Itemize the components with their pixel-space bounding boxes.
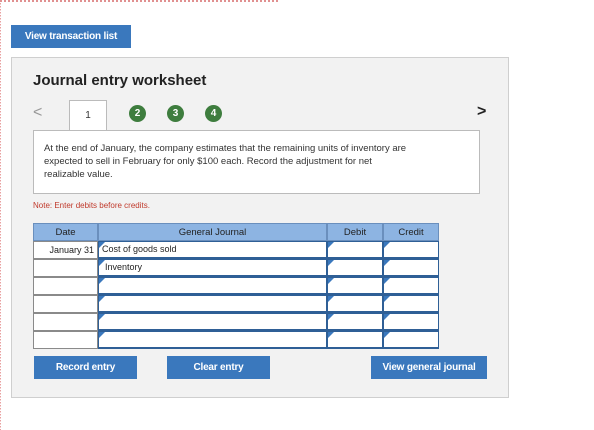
account-field[interactable] [98,313,327,331]
credit-field[interactable] [383,331,439,349]
debit-column-header: Debit [327,223,383,241]
dropdown-flag-icon [99,314,105,320]
tab-3[interactable]: 3 [167,105,184,122]
credit-field[interactable] [383,241,439,259]
worksheet-title: Journal entry worksheet [33,72,207,89]
debit-field[interactable] [327,259,383,277]
chevron-right-icon[interactable]: > [477,103,486,121]
view-transaction-list-button[interactable]: View transaction list [11,25,131,48]
dropdown-flag-icon [328,242,334,248]
clear-entry-button[interactable]: Clear entry [167,356,270,379]
account-value: Cost of goods sold [102,244,177,254]
top-border-dots [0,0,280,2]
dropdown-flag-icon [328,278,334,284]
dropdown-flag-icon [99,260,105,266]
tab-2[interactable]: 2 [129,105,146,122]
dropdown-flag-icon [328,332,334,338]
credit-field[interactable] [383,259,439,277]
chevron-left-icon[interactable]: < [33,104,42,122]
account-field[interactable]: Inventory [98,259,327,277]
account-value: Inventory [105,262,143,272]
dropdown-flag-icon [384,296,390,302]
general-journal-column-header: General Journal [98,223,327,241]
debit-field[interactable] [327,331,383,349]
dropdown-flag-icon [328,296,334,302]
tab-1[interactable]: 1 [69,100,107,130]
date-cell: January 31 [33,241,98,259]
view-general-journal-button[interactable]: View general journal [371,356,487,379]
dropdown-flag-icon [328,260,334,266]
dropdown-flag-icon [384,332,390,338]
date-cell [33,313,98,331]
debits-note: Note: Enter debits before credits. [33,201,150,210]
dropdown-flag-icon [99,278,105,284]
dropdown-flag-icon [99,296,105,302]
debit-field[interactable] [327,277,383,295]
dropdown-flag-icon [384,278,390,284]
credit-field[interactable] [383,277,439,295]
dropdown-flag-icon [384,242,390,248]
date-cell [33,259,98,277]
account-field[interactable] [98,277,327,295]
dropdown-flag-icon [384,260,390,266]
date-cell [33,277,98,295]
account-field[interactable] [98,331,327,349]
account-field[interactable] [98,295,327,313]
transaction-prompt-text: At the end of January, the company estim… [44,143,407,180]
date-cell [33,331,98,349]
record-entry-button[interactable]: Record entry [34,356,137,379]
credit-field[interactable] [383,295,439,313]
dropdown-flag-icon [99,242,105,248]
journal-entry-worksheet-panel: Journal entry worksheet < 1 2 3 4 > At t… [11,57,509,398]
dropdown-flag-icon [99,332,105,338]
tab-4[interactable]: 4 [205,105,222,122]
left-border-dots [0,0,1,430]
credit-column-header: Credit [383,223,439,241]
dropdown-flag-icon [384,314,390,320]
date-column-header: Date [33,223,98,241]
debit-field[interactable] [327,313,383,331]
dropdown-flag-icon [328,314,334,320]
credit-field[interactable] [383,313,439,331]
account-field[interactable]: Cost of goods sold [98,241,327,259]
debit-field[interactable] [327,241,383,259]
debit-field[interactable] [327,295,383,313]
date-cell [33,295,98,313]
transaction-prompt-box: At the end of January, the company estim… [33,130,480,194]
